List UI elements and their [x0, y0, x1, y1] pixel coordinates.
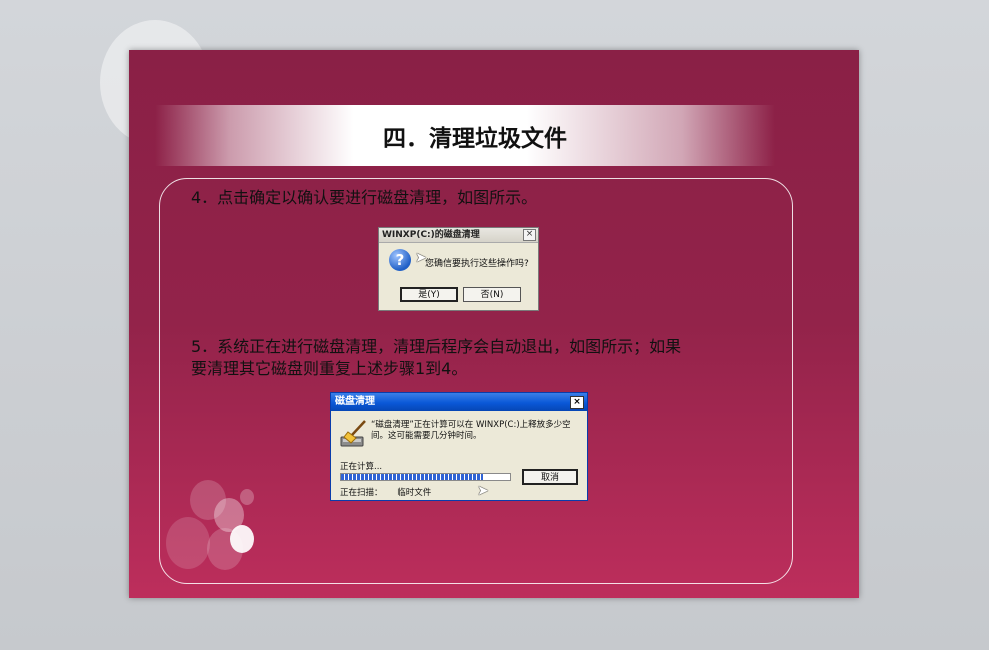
disk-cleanup-close-icon[interactable]: ×: [570, 396, 584, 409]
no-button[interactable]: 否(N): [463, 287, 521, 302]
scanning-item: 临时文件: [397, 488, 432, 498]
step-5-line-1: 5．系统正在进行磁盘清理，清理后程序会自动退出，如图所示；如果: [191, 337, 682, 356]
disk-cleanup-broom-icon: [340, 420, 366, 447]
mouse-cursor-icon: ➤: [477, 483, 489, 499]
confirm-dialog-title: WINXP(C:)的磁盘清理: [382, 230, 480, 240]
presentation-slide: 四．清理垃圾文件 4．点击确定以确认要进行磁盘清理，如图所示。 WINXP(C:…: [129, 50, 859, 598]
progress-bar-fill: [341, 474, 483, 480]
cancel-button[interactable]: 取消: [522, 469, 578, 485]
confirm-dialog-close-icon[interactable]: ×: [523, 229, 536, 241]
scanning-status: 正在扫描： 临时文件: [340, 486, 431, 498]
step-5-text: 5．系统正在进行磁盘清理，清理后程序会自动退出，如图所示；如果 要清理其它磁盘则…: [191, 336, 751, 380]
decor-bubble: [240, 489, 254, 505]
yes-button[interactable]: 是(Y): [400, 287, 458, 302]
disk-cleanup-title: 磁盘清理: [335, 396, 375, 407]
slide-title-band: 四．清理垃圾文件: [155, 105, 775, 166]
decor-bubble: [166, 517, 210, 569]
confirm-dialog-titlebar: WINXP(C:)的磁盘清理 ×: [379, 228, 538, 243]
disk-cleanup-titlebar: 磁盘清理 ×: [331, 393, 587, 411]
step-5-line-2: 要清理其它磁盘则重复上述步骤1到4。: [191, 359, 468, 378]
step-4-text: 4．点击确定以确认要进行磁盘清理，如图所示。: [191, 188, 538, 207]
progress-bar: [340, 473, 511, 481]
confirm-dialog-message: 您确信要执行这些操作吗?: [425, 259, 529, 269]
disk-cleanup-dialog: 磁盘清理 × “磁盘清理”正在计算可以在 WINXP(C:)上释放多少空间。这可…: [330, 392, 588, 501]
scanning-label: 正在扫描：: [340, 488, 383, 498]
slide-title: 四．清理垃圾文件: [383, 124, 567, 152]
calculating-label: 正在计算...: [340, 462, 383, 472]
disk-cleanup-message: “磁盘清理”正在计算可以在 WINXP(C:)上释放多少空间。这可能需要几分钟时…: [371, 420, 571, 441]
confirm-dialog: WINXP(C:)的磁盘清理 × ? ➤ 您确信要执行这些操作吗? 是(Y) 否…: [378, 227, 539, 311]
decor-bubble: [230, 525, 254, 553]
question-icon: ?: [389, 249, 411, 271]
